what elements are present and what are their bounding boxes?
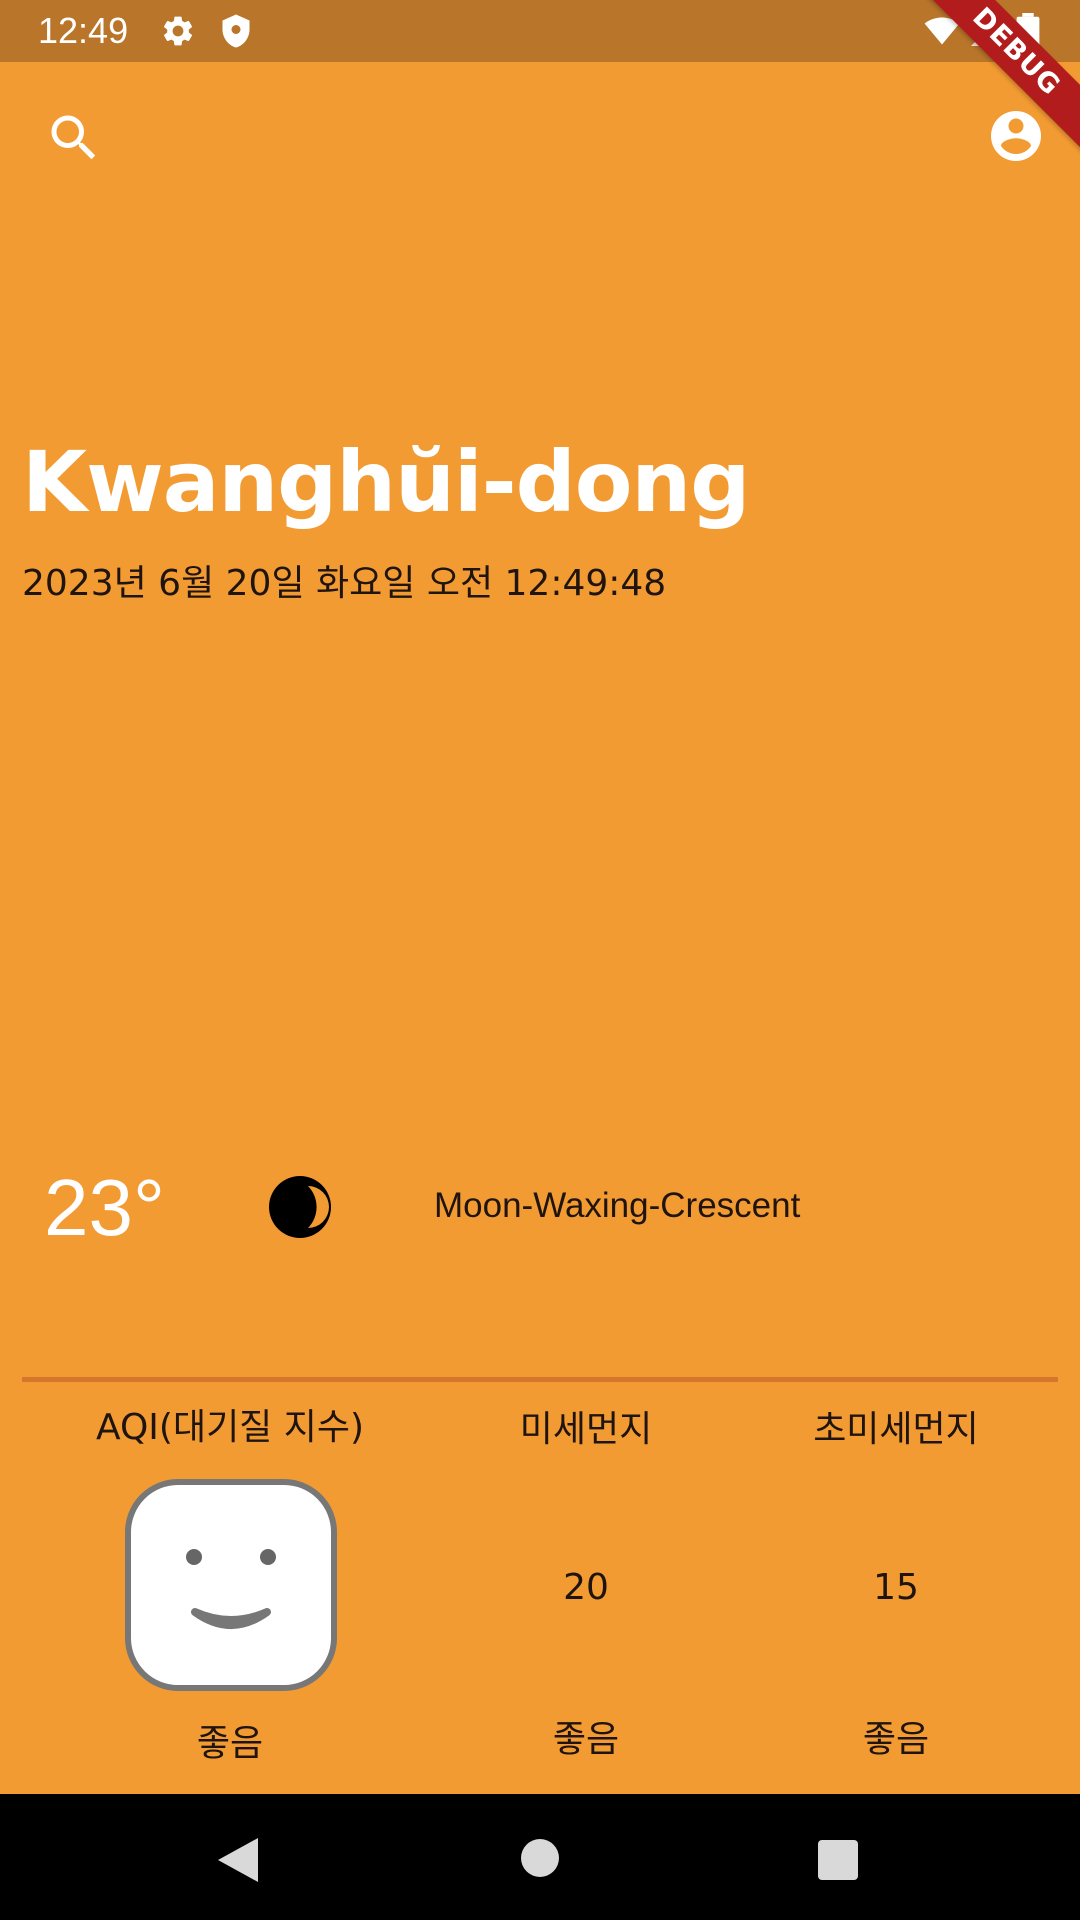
divider	[22, 1377, 1058, 1382]
pm25-value: 15	[873, 1567, 919, 1608]
pm10-value: 20	[563, 1567, 609, 1608]
gear-icon	[160, 13, 196, 53]
weather-condition: Moon-Waxing-Crescent	[434, 1186, 801, 1225]
moon-waxing-crescent-icon	[268, 1175, 332, 1243]
smiley-face-icon	[124, 1478, 338, 1696]
current-datetime: 2023년 6월 20일 화요일 오전 12:49:48	[22, 563, 667, 604]
recents-icon[interactable]	[818, 1840, 858, 1884]
navigation-bar	[0, 1794, 1080, 1920]
shield-icon	[218, 13, 254, 53]
home-icon[interactable]	[520, 1838, 560, 1882]
status-bar: 12:49	[0, 0, 1080, 62]
aqi-status: 좋음	[196, 1723, 264, 1764]
account-circle-icon[interactable]	[986, 106, 1046, 170]
pm10-status: 좋음	[552, 1719, 620, 1760]
temperature: 23°	[44, 1163, 165, 1252]
back-icon[interactable]	[216, 1836, 260, 1888]
aqi-label: AQI(대기질 지수)	[95, 1407, 365, 1448]
city-name: Kwanghŭi-dong	[22, 433, 750, 531]
status-time: 12:49	[38, 10, 129, 51]
search-icon[interactable]	[44, 108, 104, 172]
pm25-label: 초미세먼지	[813, 1409, 979, 1450]
pm25-status: 좋음	[862, 1719, 930, 1760]
pm10-label: 미세먼지	[519, 1409, 653, 1450]
